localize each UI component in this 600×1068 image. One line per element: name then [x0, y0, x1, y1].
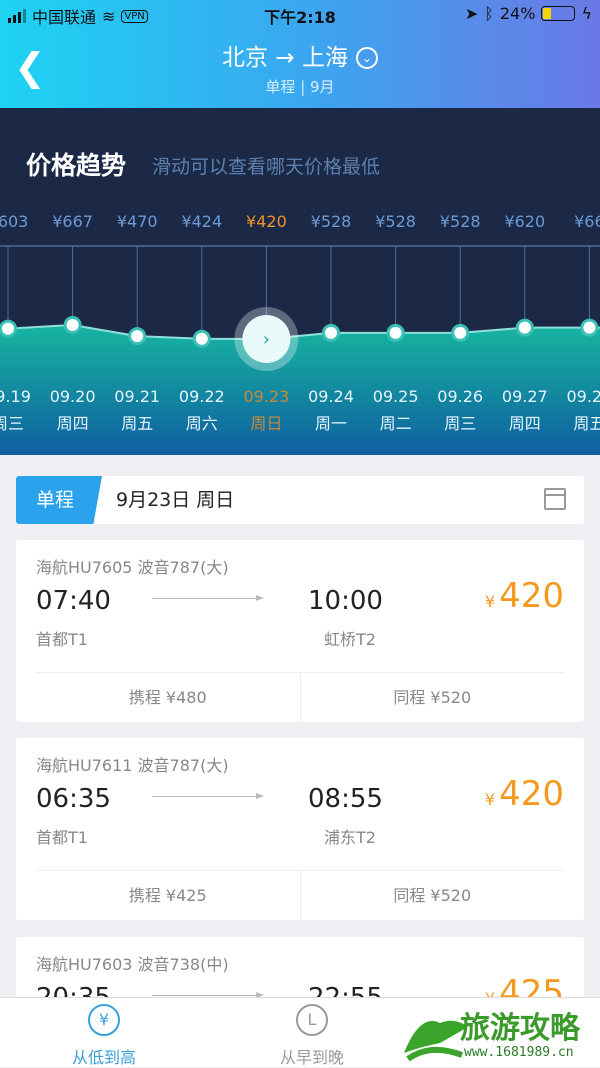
location-icon: ➤	[464, 4, 479, 23]
data-point	[2, 322, 14, 335]
battery-percent: 24%	[499, 4, 536, 23]
trend-hint: 滑动可以查看哪天价格最低	[152, 156, 381, 178]
date-bar[interactable]: 单程 9月23日 周日	[16, 476, 584, 524]
weekday-label: 周三	[444, 414, 476, 433]
price-label: ¥528	[311, 212, 352, 231]
price: ¥420	[485, 774, 564, 814]
price-label: ¥528	[440, 212, 481, 231]
arrival-airport: 虹桥T2	[324, 630, 376, 649]
arrow-icon	[152, 595, 264, 601]
flight-card[interactable]: 海航HU7611 波音787(大) 06:35 08:55 首都T1 浦东T2 …	[16, 738, 584, 920]
header: 中国联通 ≋ VPN 下午2:18 ➤ ᛒ 24% ϟ ❮ 北京 → 上海 ⌄ 单程 | 9…	[0, 0, 600, 108]
trip-type-tag: 单程	[16, 476, 102, 524]
date-label: 09.23	[243, 387, 289, 406]
departure-airport: 首都T1	[36, 630, 88, 649]
data-point	[131, 330, 144, 343]
price-label: ¥424	[181, 212, 222, 231]
ctrip-price[interactable]: 携程 ¥425	[36, 871, 300, 920]
date-label: 09.27	[502, 387, 548, 406]
weekday-label: 周一	[315, 414, 347, 433]
arrow-icon	[152, 992, 264, 998]
date-label: 09.28	[566, 387, 600, 406]
data-point	[66, 319, 79, 331]
flight-info: 海航HU7611 波音787(大)	[36, 756, 229, 775]
watermark-url: www.1681989.cn	[464, 1045, 574, 1060]
chevron-right-icon: ›	[263, 329, 270, 350]
route-text: 北京 → 上海	[222, 45, 348, 71]
route-subtitle: 单程 | 9月	[265, 78, 335, 96]
clock-icon: L	[296, 1004, 328, 1036]
weekday-label: 周五	[121, 414, 153, 433]
battery-icon	[541, 6, 576, 21]
price-label: ¥66	[574, 212, 600, 231]
price-label: ¥528	[375, 212, 416, 231]
sort-time-label: 从早到晚	[279, 1048, 344, 1067]
date-label: 09.21	[114, 387, 160, 406]
watermark-logo: 旅游攻略 www.1681989.cn	[400, 1003, 600, 1067]
date-label: 09.26	[437, 387, 483, 406]
ctrip-price[interactable]: 携程 ¥480	[36, 673, 300, 722]
price-label: ¥667	[52, 212, 93, 231]
chevron-down-icon[interactable]: ⌄	[355, 47, 378, 69]
price-label: ¥420	[246, 212, 287, 231]
weekday-label: 周二	[380, 414, 412, 433]
date-label: 09.24	[308, 387, 354, 406]
date-label: 09.19	[0, 387, 31, 406]
selected-date[interactable]: 9月23日 周日	[116, 476, 234, 524]
price-label: ¥603	[0, 212, 28, 231]
currency: ¥	[484, 790, 496, 809]
watermark-text: 旅游攻略	[460, 1011, 580, 1046]
weekday-label: 周六	[186, 414, 218, 433]
sort-price-label: 从低到高	[71, 1048, 136, 1067]
price-trend-panel[interactable]: ¥603 09.19 周三 ¥667 09.20 周四 ¥470 09.21 周五 ¥424 09.…	[0, 108, 600, 455]
flight-card[interactable]: 海航HU7605 波音787(大) 07:40 10:00 首都T1 虹桥T2 …	[16, 540, 584, 722]
price-label: ¥620	[504, 212, 545, 231]
date-label: 09.20	[50, 387, 96, 406]
data-point	[454, 326, 467, 339]
tongcheng-price[interactable]: 同程 ¥520	[299, 673, 565, 722]
price-value: 420	[499, 774, 564, 814]
weekday-label: 周四	[57, 414, 89, 433]
sort-price-button[interactable]: ¥ 从低到高	[4, 1004, 204, 1068]
data-point	[583, 321, 596, 334]
status-bar: 中国联通 ≋ VPN 下午2:18 ➤ ᛒ 24% ϟ	[0, 4, 600, 27]
departure-airport: 首都T1	[36, 828, 88, 847]
flight-info: 海航HU7605 波音787(大)	[36, 558, 229, 577]
charging-icon: ϟ	[581, 4, 592, 23]
weekday-label: 周四	[509, 414, 541, 433]
tongcheng-price[interactable]: 同程 ¥520	[299, 871, 565, 920]
sort-time-button[interactable]: L 从早到晚	[212, 1004, 412, 1068]
calendar-icon[interactable]	[544, 488, 566, 510]
price: ¥420	[485, 576, 564, 616]
flight-info: 海航HU7603 波音738(中)	[36, 955, 229, 974]
arrow-icon	[152, 793, 264, 799]
arrival-time: 10:00	[308, 586, 383, 616]
price-value: 420	[499, 576, 564, 616]
date-label: 09.22	[179, 387, 225, 406]
data-point	[518, 321, 531, 334]
arrival-time: 08:55	[308, 784, 383, 814]
weekday-label: 周日	[250, 414, 282, 433]
date-label: 09.25	[373, 387, 419, 406]
arrival-airport: 浦东T2	[324, 828, 376, 847]
data-point	[389, 326, 402, 339]
data-point	[195, 332, 208, 345]
yuan-icon: ¥	[88, 1004, 120, 1036]
currency: ¥	[484, 592, 496, 611]
departure-time: 06:35	[36, 784, 111, 814]
bluetooth-icon: ᛒ	[484, 4, 494, 23]
weekday-label: 周五	[573, 414, 600, 433]
route-title[interactable]: 北京 → 上海 ⌄	[0, 38, 600, 72]
trend-title: 价格趋势	[26, 151, 127, 180]
departure-time: 07:40	[36, 586, 111, 616]
weekday-label: 周三	[0, 414, 24, 433]
price-label: ¥470	[117, 212, 158, 231]
data-point	[325, 326, 337, 339]
